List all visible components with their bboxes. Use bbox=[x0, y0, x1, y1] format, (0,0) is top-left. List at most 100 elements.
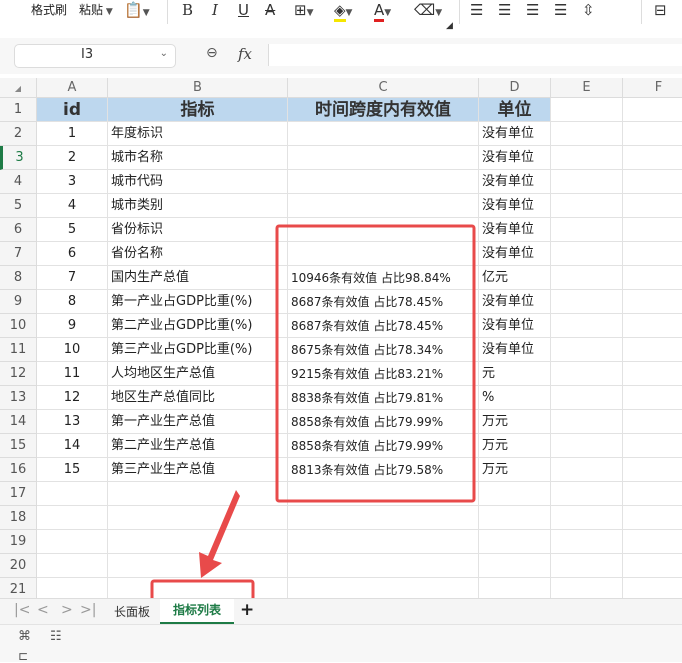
row-header[interactable]: 10 bbox=[0, 314, 37, 338]
table-cell-d[interactable]: % bbox=[479, 386, 551, 410]
table-cell-b[interactable]: 第三产业占GDP比重(%) bbox=[108, 338, 288, 362]
column-header-f[interactable]: F bbox=[623, 78, 682, 98]
table-cell-f[interactable] bbox=[623, 482, 682, 506]
table-cell-c[interactable] bbox=[288, 218, 479, 242]
table-cell-a[interactable] bbox=[37, 482, 108, 506]
table-cell-d[interactable]: 万元 bbox=[479, 434, 551, 458]
sheet-tab-indicator-list[interactable]: 指标列表 bbox=[160, 599, 234, 624]
table-cell-d[interactable] bbox=[479, 506, 551, 530]
table-cell-a[interactable]: 7 bbox=[37, 266, 108, 290]
table-cell-e[interactable] bbox=[551, 458, 623, 482]
format-painter-button[interactable]: 格式刷 bbox=[31, 0, 67, 22]
table-cell-b[interactable]: 城市名称 bbox=[108, 146, 288, 170]
formula-input[interactable] bbox=[268, 44, 682, 66]
row-header[interactable]: 16 bbox=[0, 458, 37, 482]
row-header[interactable]: 17 bbox=[0, 482, 37, 506]
fill-color-button[interactable]: ◈▼ bbox=[334, 0, 352, 22]
table-cell-b[interactable]: 省份标识 bbox=[108, 218, 288, 242]
header-cell-c[interactable]: 时间跨度内有效值 bbox=[288, 98, 479, 122]
row-header[interactable]: 12 bbox=[0, 362, 37, 386]
borders-button[interactable]: ⊞▼ bbox=[294, 0, 314, 22]
row-header[interactable]: 6 bbox=[0, 218, 37, 242]
first-sheet-icon[interactable]: |< bbox=[14, 602, 30, 618]
table-cell-c[interactable] bbox=[288, 506, 479, 530]
prev-sheet-icon[interactable]: < bbox=[37, 602, 49, 618]
table-cell-b[interactable]: 人均地区生产总值 bbox=[108, 362, 288, 386]
table-cell-b[interactable] bbox=[108, 554, 288, 578]
name-box[interactable]: I3 ⌄ bbox=[14, 44, 176, 68]
font-color-button[interactable]: A▼ bbox=[374, 0, 391, 22]
table-cell-a[interactable]: 15 bbox=[37, 458, 108, 482]
last-sheet-icon[interactable]: >| bbox=[80, 602, 96, 618]
table-cell-d[interactable]: 元 bbox=[479, 362, 551, 386]
row-header[interactable]: 4 bbox=[0, 170, 37, 194]
next-sheet-icon[interactable]: > bbox=[61, 602, 73, 618]
table-cell-c[interactable]: 8838条有效值 占比79.81% bbox=[288, 386, 479, 410]
table-cell-e[interactable] bbox=[551, 122, 623, 146]
table-cell-e[interactable] bbox=[551, 170, 623, 194]
table-cell-c[interactable] bbox=[288, 146, 479, 170]
row-header[interactable]: 2 bbox=[0, 122, 37, 146]
row-header[interactable]: 19 bbox=[0, 530, 37, 554]
table-cell-b[interactable]: 国内生产总值 bbox=[108, 266, 288, 290]
table-cell-a[interactable]: 9 bbox=[37, 314, 108, 338]
table-cell-e[interactable] bbox=[551, 530, 623, 554]
table-cell-d[interactable] bbox=[479, 554, 551, 578]
table-cell-e[interactable] bbox=[551, 506, 623, 530]
table-cell-e[interactable] bbox=[551, 218, 623, 242]
fx-icon[interactable]: fx bbox=[238, 45, 252, 63]
table-cell-b[interactable] bbox=[108, 482, 288, 506]
table-cell-c[interactable] bbox=[288, 194, 479, 218]
table-cell-a[interactable] bbox=[37, 554, 108, 578]
table-cell-e[interactable] bbox=[551, 386, 623, 410]
clipboard-options-button[interactable]: 📋▼ bbox=[124, 0, 150, 22]
table-cell-a[interactable]: 14 bbox=[37, 434, 108, 458]
table-cell-b[interactable]: 第二产业占GDP比重(%) bbox=[108, 314, 288, 338]
table-cell-e[interactable] bbox=[551, 362, 623, 386]
table-cell-f[interactable] bbox=[623, 458, 682, 482]
row-header[interactable]: 11 bbox=[0, 338, 37, 362]
row-header[interactable]: 1 bbox=[0, 98, 37, 122]
sheet-tab-panel[interactable]: 长面板 bbox=[114, 603, 150, 620]
table-cell-a[interactable]: 12 bbox=[37, 386, 108, 410]
table-cell-d[interactable]: 没有单位 bbox=[479, 194, 551, 218]
merge-cells-button[interactable]: ⊟ bbox=[654, 0, 667, 22]
table-cell-e[interactable] bbox=[551, 242, 623, 266]
table-cell-c[interactable] bbox=[288, 170, 479, 194]
table-cell-f[interactable] bbox=[623, 386, 682, 410]
add-sheet-button[interactable]: + bbox=[240, 600, 254, 620]
row-header[interactable]: 18 bbox=[0, 506, 37, 530]
row-header[interactable]: 15 bbox=[0, 434, 37, 458]
column-header-e[interactable]: E bbox=[551, 78, 623, 98]
table-cell-f[interactable] bbox=[623, 290, 682, 314]
table-cell-d[interactable]: 没有单位 bbox=[479, 338, 551, 362]
align-right-button[interactable]: ☰ bbox=[526, 0, 539, 22]
table-cell-e[interactable] bbox=[551, 554, 623, 578]
table-cell-b[interactable]: 第三产业生产总值 bbox=[108, 458, 288, 482]
table-cell-d[interactable] bbox=[479, 482, 551, 506]
sheet-view-icon[interactable]: ☷ bbox=[50, 629, 62, 644]
table-cell-f[interactable] bbox=[623, 410, 682, 434]
table-cell-a[interactable]: 10 bbox=[37, 338, 108, 362]
table-cell-e[interactable] bbox=[551, 266, 623, 290]
column-header-a[interactable]: A bbox=[37, 78, 108, 98]
table-cell-a[interactable]: 5 bbox=[37, 218, 108, 242]
table-cell-c[interactable] bbox=[288, 554, 479, 578]
table-cell-f[interactable] bbox=[623, 338, 682, 362]
table-cell-f[interactable] bbox=[623, 434, 682, 458]
table-cell-d[interactable]: 亿元 bbox=[479, 266, 551, 290]
align-left-button[interactable]: ☰ bbox=[470, 0, 483, 22]
table-cell-c[interactable]: 8858条有效值 占比79.99% bbox=[288, 434, 479, 458]
table-cell-d[interactable]: 万元 bbox=[479, 458, 551, 482]
table-cell-e[interactable] bbox=[551, 410, 623, 434]
table-cell-c[interactable]: 8675条有效值 占比78.34% bbox=[288, 338, 479, 362]
row-header[interactable]: 14 bbox=[0, 410, 37, 434]
table-cell-a[interactable]: 4 bbox=[37, 194, 108, 218]
table-cell-e[interactable] bbox=[551, 194, 623, 218]
table-cell-f[interactable] bbox=[623, 218, 682, 242]
table-cell-b[interactable]: 年度标识 bbox=[108, 122, 288, 146]
table-cell-d[interactable]: 没有单位 bbox=[479, 146, 551, 170]
table-cell-f[interactable] bbox=[623, 530, 682, 554]
table-cell-d[interactable] bbox=[479, 530, 551, 554]
align-center-button[interactable]: ☰ bbox=[498, 0, 511, 22]
